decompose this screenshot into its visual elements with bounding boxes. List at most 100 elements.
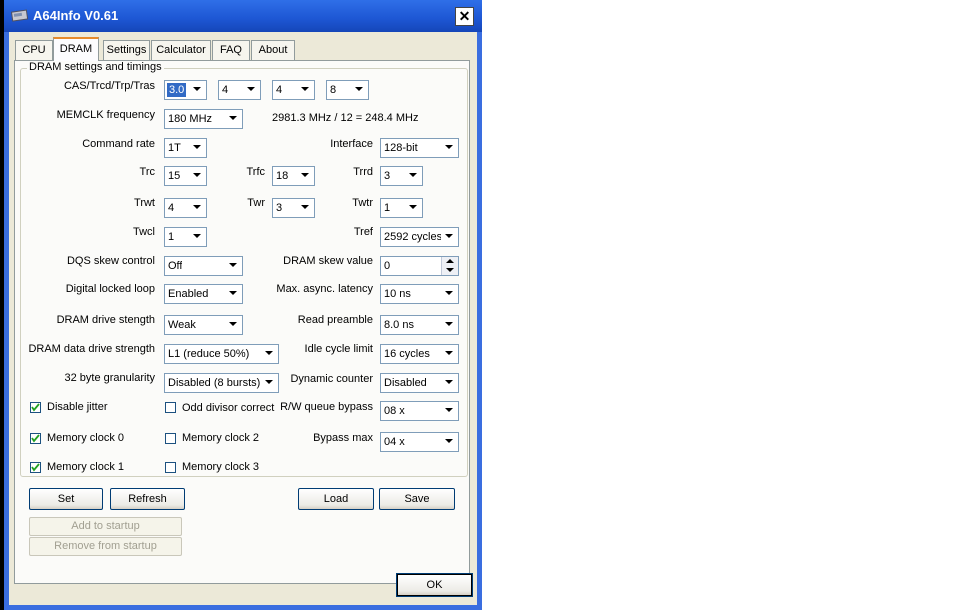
- chevron-down-icon[interactable]: [351, 81, 368, 99]
- idle-cycle-select[interactable]: 16 cycles: [380, 344, 459, 364]
- interface-select[interactable]: 128-bit: [380, 138, 459, 158]
- chevron-down-icon[interactable]: [189, 81, 206, 99]
- trrd-select[interactable]: 3: [380, 166, 423, 186]
- trp-select[interactable]: 4: [272, 80, 315, 100]
- tref-select[interactable]: 2592 cycles: [380, 227, 459, 247]
- drive-strength-select[interactable]: Weak: [164, 315, 243, 335]
- memory-clock-0-checkbox[interactable]: [30, 433, 41, 444]
- chevron-down-icon[interactable]: [441, 374, 458, 392]
- memory-clock-3-label[interactable]: Memory clock 3: [182, 461, 259, 473]
- chevron-down-icon[interactable]: [441, 345, 458, 363]
- trwt-select[interactable]: 4: [164, 198, 207, 218]
- memory-clock-3-checkbox[interactable]: [165, 462, 176, 473]
- chevron-down-icon[interactable]: [405, 199, 422, 217]
- title-bar[interactable]: A64Info V0.61 ✕: [4, 0, 482, 32]
- cas-select[interactable]: 3.0: [164, 80, 207, 100]
- spin-up-icon[interactable]: [441, 257, 458, 266]
- dll-select[interactable]: Enabled: [164, 284, 243, 304]
- set-button[interactable]: Set: [29, 488, 103, 510]
- odd-divisor-label[interactable]: Odd divisor correct: [182, 402, 274, 414]
- chevron-down-icon[interactable]: [405, 167, 422, 185]
- bypass-max-select[interactable]: 04 x: [380, 432, 459, 452]
- chevron-down-icon[interactable]: [297, 81, 314, 99]
- rw-queue-label: R/W queue bypass: [280, 401, 373, 413]
- memory-clock-2-checkbox[interactable]: [165, 433, 176, 444]
- save-button[interactable]: Save: [379, 488, 455, 510]
- ok-button[interactable]: OK: [396, 573, 473, 597]
- chevron-down-icon[interactable]: [297, 199, 314, 217]
- chevron-down-icon[interactable]: [189, 139, 206, 157]
- remove-from-startup-button[interactable]: Remove from startup: [29, 537, 182, 556]
- tab-dram[interactable]: DRAM: [53, 37, 99, 61]
- trcd-select[interactable]: 4: [218, 80, 261, 100]
- add-to-startup-button[interactable]: Add to startup: [29, 517, 182, 536]
- command-rate-select[interactable]: 1T: [164, 138, 207, 158]
- window-title: A64Info V0.61: [33, 8, 119, 23]
- twtr-select[interactable]: 1: [380, 198, 423, 218]
- dynamic-counter-value: Disabled: [384, 377, 427, 389]
- odd-divisor-checkbox[interactable]: [165, 402, 176, 413]
- chevron-down-icon[interactable]: [189, 167, 206, 185]
- disable-jitter-label[interactable]: Disable jitter: [47, 401, 108, 413]
- chevron-down-icon[interactable]: [225, 110, 242, 128]
- checkmark-icon: [31, 403, 40, 412]
- tab-settings[interactable]: Settings: [103, 40, 150, 60]
- dynamic-counter-label: Dynamic counter: [290, 373, 373, 385]
- tab-about[interactable]: About: [251, 40, 295, 60]
- dqs-skew-label: DQS skew control: [66, 255, 155, 267]
- dqs-skew-select[interactable]: Off: [164, 256, 243, 276]
- refresh-button[interactable]: Refresh: [110, 488, 185, 510]
- twr-select[interactable]: 3: [272, 198, 315, 218]
- chevron-down-icon[interactable]: [441, 316, 458, 334]
- chevron-down-icon[interactable]: [441, 139, 458, 157]
- chevron-down-icon[interactable]: [441, 433, 458, 451]
- rw-queue-select[interactable]: 08 x: [380, 401, 459, 421]
- chevron-down-icon[interactable]: [441, 228, 458, 246]
- chevron-down-icon[interactable]: [225, 285, 242, 303]
- twtr-label: Twtr: [352, 197, 373, 209]
- trrd-label: Trrd: [353, 166, 373, 178]
- trfc-label: Trfc: [246, 166, 265, 178]
- async-latency-value: 10 ns: [384, 288, 411, 300]
- tab-calculator[interactable]: Calculator: [151, 40, 211, 60]
- tras-select[interactable]: 8: [326, 80, 369, 100]
- trfc-select[interactable]: 18: [272, 166, 315, 186]
- memclk-select[interactable]: 180 MHz: [164, 109, 243, 129]
- dram-skew-spinner[interactable]: 0: [380, 256, 459, 276]
- dynamic-counter-select[interactable]: Disabled: [380, 373, 459, 393]
- async-latency-label: Max. async. latency: [276, 283, 373, 295]
- close-button[interactable]: ✕: [455, 7, 474, 26]
- twcl-select[interactable]: 1: [164, 227, 207, 247]
- spin-down-icon[interactable]: [441, 266, 458, 275]
- chevron-down-icon[interactable]: [261, 374, 278, 392]
- idle-cycle-value: 16 cycles: [384, 348, 430, 360]
- memory-clock-1-label[interactable]: Memory clock 1: [47, 461, 124, 473]
- chevron-down-icon[interactable]: [441, 402, 458, 420]
- tref-value: 2592 cycles: [384, 231, 443, 243]
- trc-select[interactable]: 15: [164, 166, 207, 186]
- chevron-down-icon[interactable]: [225, 316, 242, 334]
- chevron-down-icon[interactable]: [189, 228, 206, 246]
- group-title: DRAM settings and timings: [27, 61, 164, 73]
- load-button[interactable]: Load: [298, 488, 374, 510]
- async-latency-select[interactable]: 10 ns: [380, 284, 459, 304]
- memory-clock-1-checkbox[interactable]: [30, 462, 41, 473]
- chevron-down-icon[interactable]: [441, 285, 458, 303]
- memory-clock-2-label[interactable]: Memory clock 2: [182, 432, 259, 444]
- chevron-down-icon[interactable]: [189, 199, 206, 217]
- data-drive-select[interactable]: L1 (reduce 50%): [164, 344, 279, 364]
- main-window: A64Info V0.61 ✕ CPU DRAM Settings Calcul…: [4, 0, 482, 610]
- chevron-down-icon[interactable]: [297, 167, 314, 185]
- granularity-select[interactable]: Disabled (8 bursts): [164, 373, 279, 393]
- tab-cpu[interactable]: CPU: [15, 40, 53, 60]
- chevron-down-icon[interactable]: [243, 81, 260, 99]
- disable-jitter-checkbox[interactable]: [30, 402, 41, 413]
- bypass-max-label: Bypass max: [313, 432, 373, 444]
- memory-clock-0-label[interactable]: Memory clock 0: [47, 432, 124, 444]
- dialog-body: CPU DRAM Settings Calculator FAQ About D…: [9, 32, 477, 605]
- tab-faq[interactable]: FAQ: [212, 40, 250, 60]
- chevron-down-icon[interactable]: [225, 257, 242, 275]
- read-preamble-select[interactable]: 8.0 ns: [380, 315, 459, 335]
- close-icon: ✕: [458, 8, 471, 24]
- chevron-down-icon[interactable]: [261, 345, 278, 363]
